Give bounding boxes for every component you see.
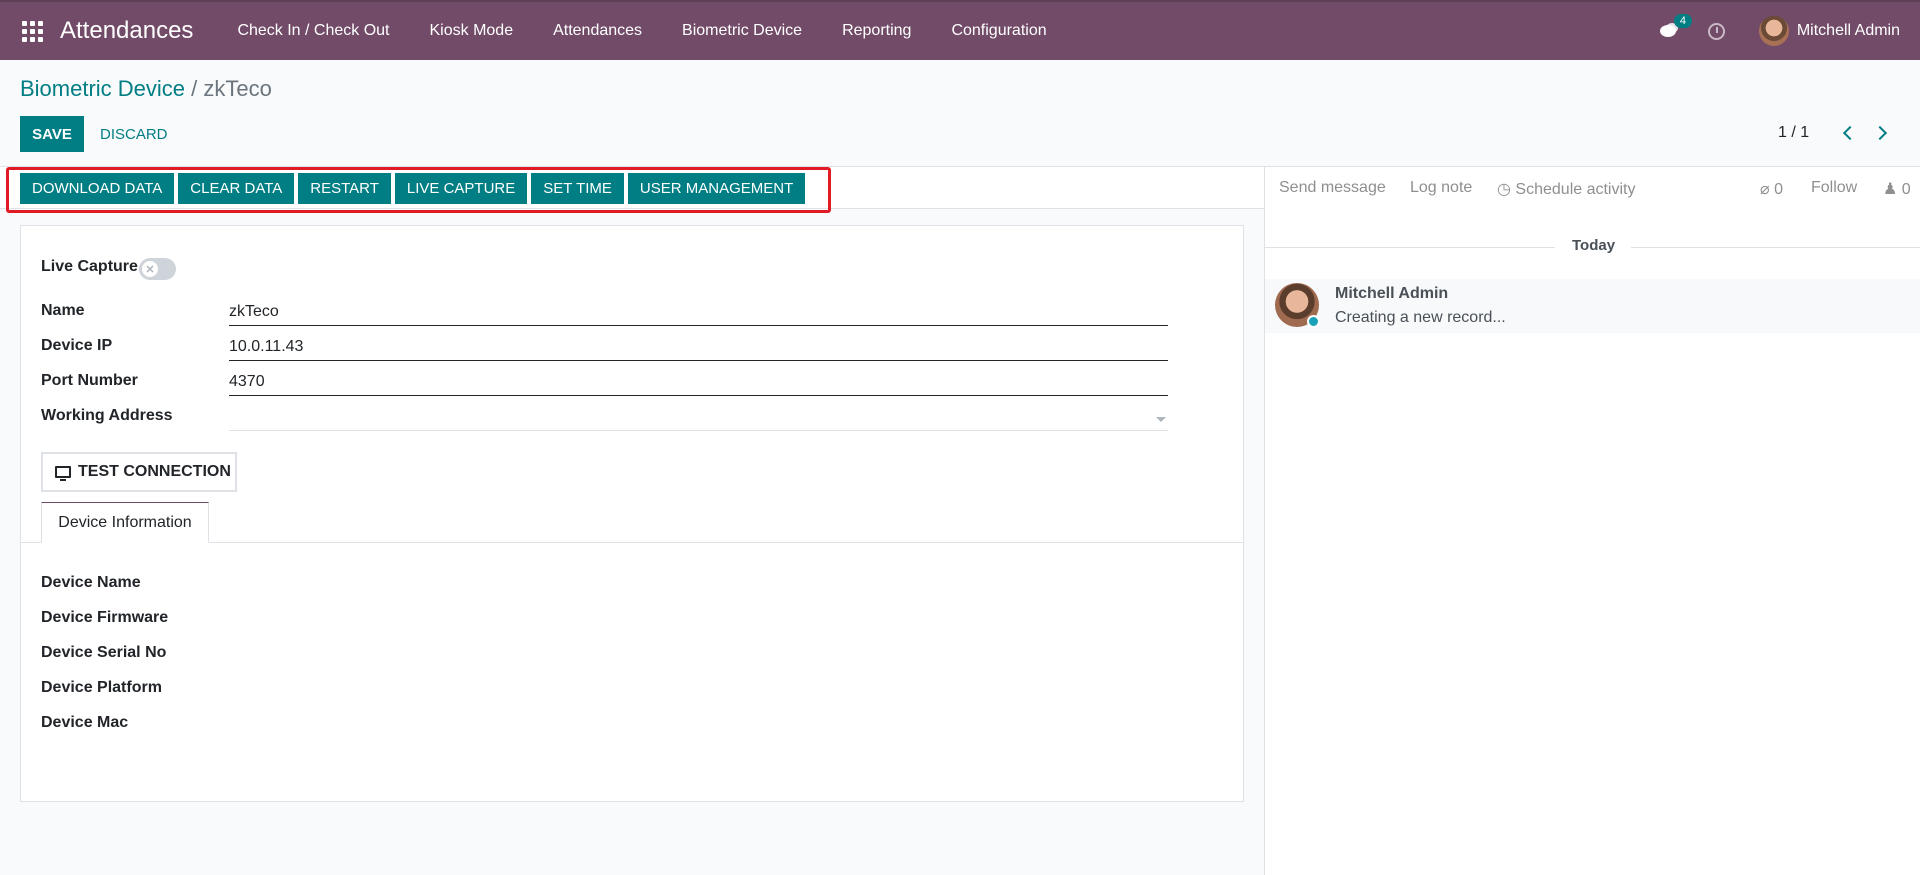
device-platform-label: Device Platform bbox=[41, 679, 162, 696]
port-number-label: Port Number bbox=[41, 372, 138, 389]
send-message-button[interactable]: Send message bbox=[1279, 179, 1386, 197]
name-label: Name bbox=[41, 302, 85, 319]
schedule-activity-button[interactable]: ◷ Schedule activity bbox=[1497, 179, 1635, 199]
followers-button[interactable]: ♟ 0 bbox=[1883, 179, 1911, 199]
caret-down-icon bbox=[1156, 417, 1166, 422]
test-connection-button[interactable]: TEST CONNECTION bbox=[41, 452, 237, 492]
form-statusbar: DOWNLOAD DATA CLEAR DATA RESTART LIVE CA… bbox=[0, 167, 1264, 213]
date-divider-left bbox=[1265, 247, 1555, 248]
menu-reporting[interactable]: Reporting bbox=[822, 22, 931, 40]
follow-button[interactable]: Follow bbox=[1811, 179, 1857, 197]
monitor-icon bbox=[55, 466, 71, 481]
chatter-panel: Send message Log note ◷ Schedule activit… bbox=[1264, 166, 1920, 875]
paperclip-icon: ⌀ bbox=[1760, 181, 1770, 198]
device-ip-label: Device IP bbox=[41, 337, 113, 354]
user-avatar[interactable] bbox=[1758, 16, 1789, 46]
port-number-input[interactable]: 4370 bbox=[229, 370, 1168, 396]
menu-configuration[interactable]: Configuration bbox=[931, 22, 1066, 40]
test-connection-label: TEST CONNECTION bbox=[78, 463, 231, 480]
app-brand[interactable]: Attendances bbox=[60, 17, 193, 45]
chatter-topbar: Send message Log note ◷ Schedule activit… bbox=[1265, 167, 1920, 209]
breadcrumb: Biometric Device / zkTeco bbox=[20, 76, 272, 102]
working-address-label: Working Address bbox=[41, 407, 173, 424]
breadcrumb-separator: / bbox=[191, 76, 198, 101]
working-address-select[interactable] bbox=[229, 405, 1168, 431]
messages-icon[interactable]: 4 bbox=[1659, 14, 1692, 42]
pager-value[interactable]: 1 / 1 bbox=[1778, 124, 1809, 142]
user-icon: ♟ bbox=[1883, 181, 1898, 198]
top-navbar: Attendances Check In / Check Out Kiosk M… bbox=[0, 0, 1920, 60]
device-firmware-label: Device Firmware bbox=[41, 609, 169, 626]
chatter-message: Mitchell Admin Creating a new record... bbox=[1265, 279, 1920, 333]
menu-biometric-device[interactable]: Biometric Device bbox=[662, 22, 822, 40]
apps-grid-icon[interactable] bbox=[20, 19, 44, 43]
log-note-button[interactable]: Log note bbox=[1410, 179, 1472, 197]
clock-icon: ◷ bbox=[1497, 181, 1511, 198]
message-author[interactable]: Mitchell Admin bbox=[1335, 285, 1448, 303]
breadcrumb-parent[interactable]: Biometric Device bbox=[20, 76, 185, 101]
user-menu-name[interactable]: Mitchell Admin bbox=[1797, 22, 1900, 40]
device-name-label: Device Name bbox=[41, 574, 141, 591]
device-ip-input[interactable]: 10.0.11.43 bbox=[229, 335, 1168, 361]
date-divider-right bbox=[1631, 247, 1920, 248]
attachments-count: 0 bbox=[1774, 181, 1783, 198]
online-status-icon bbox=[1307, 315, 1320, 328]
attachments-button[interactable]: ⌀ 0 bbox=[1760, 179, 1783, 199]
name-input[interactable]: zkTeco bbox=[229, 300, 1168, 326]
form-view: DOWNLOAD DATA CLEAR DATA RESTART LIVE CA… bbox=[0, 166, 1264, 875]
date-separator-label: Today bbox=[1572, 237, 1616, 254]
pager-previous-icon[interactable] bbox=[1841, 124, 1858, 142]
breadcrumb-current: zkTeco bbox=[203, 76, 272, 101]
tab-device-information[interactable]: Device Information bbox=[41, 502, 209, 543]
save-button[interactable]: SAVE bbox=[20, 116, 84, 152]
pager-next-icon[interactable] bbox=[1872, 124, 1889, 142]
live-capture-label: Live Capture bbox=[41, 258, 138, 275]
menu-attendances[interactable]: Attendances bbox=[533, 22, 662, 40]
device-mac-label: Device Mac bbox=[41, 714, 129, 731]
followers-count: 0 bbox=[1901, 181, 1911, 198]
toggle-off-icon: ✕ bbox=[142, 261, 158, 277]
discard-button[interactable]: DISCARD bbox=[100, 116, 168, 152]
highlight-annotation-box bbox=[6, 167, 831, 213]
live-capture-toggle[interactable]: ✕ bbox=[139, 258, 176, 280]
message-body: Creating a new record... bbox=[1335, 309, 1506, 326]
menu-check-in-out[interactable]: Check In / Check Out bbox=[217, 22, 409, 40]
device-serial-label: Device Serial No bbox=[41, 644, 167, 661]
form-sheet: Live Capture ✕ Name zkTeco Device IP 10.… bbox=[20, 225, 1244, 802]
schedule-activity-label: Schedule activity bbox=[1515, 181, 1636, 198]
menu-kiosk-mode[interactable]: Kiosk Mode bbox=[410, 22, 534, 40]
messages-count-badge: 4 bbox=[1673, 14, 1692, 28]
activity-clock-icon[interactable] bbox=[1707, 22, 1725, 40]
